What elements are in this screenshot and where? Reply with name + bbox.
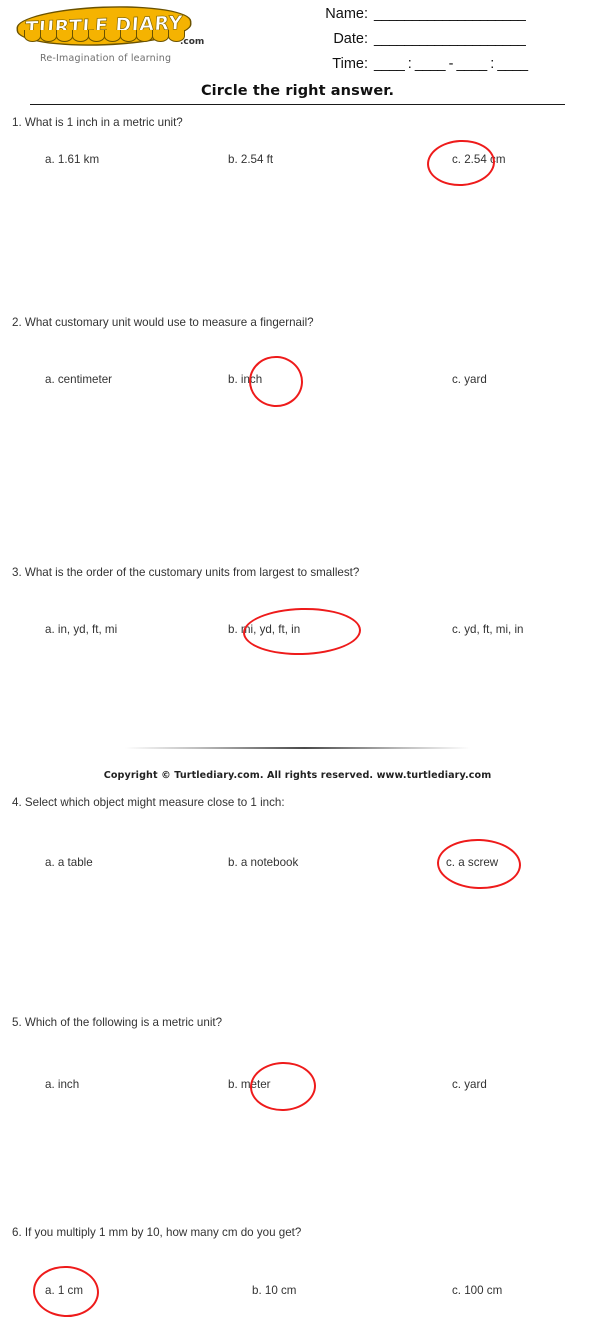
question-item: 4. Select which object might measure clo… [0, 456, 595, 891]
footer-divider [125, 747, 470, 749]
logo-dotcom-text: .com [180, 37, 205, 47]
name-label: Name: [325, 6, 368, 22]
question-item: 1. What is 1 inch in a metric unit? a. 1… [0, 116, 595, 216]
option-a[interactable]: a. inch [45, 1078, 79, 1091]
question-item: 6. If you multiply 1 mm by 10, how many … [0, 666, 595, 1319]
options-row: a. inch b. meter c. yard [0, 1060, 595, 1113]
date-label: Date: [333, 31, 368, 47]
title-divider [30, 104, 565, 105]
question-text: 2. What customary unit would use to meas… [12, 316, 314, 329]
option-c[interactable]: c. 2.54 cm [452, 153, 505, 166]
date-field-row: Date: ____________________ [316, 31, 584, 56]
question-item: 2. What customary unit would use to meas… [0, 216, 595, 409]
name-input-line[interactable]: ____________________ [374, 6, 526, 22]
time-field-row: Time: ____ : ____ - ____ : ____ [316, 56, 584, 81]
student-info-fields: Name: ____________________ Date: _______… [316, 6, 584, 81]
date-input-line[interactable]: ____________________ [374, 31, 526, 47]
options-row: a. 1.61 km b. 2.54 ft c. 2.54 cm [0, 138, 595, 188]
question-item: 5. Which of the following is a metric un… [0, 566, 595, 1113]
question-text: 4. Select which object might measure clo… [12, 796, 285, 809]
page-title: Circle the right answer. [200, 83, 395, 99]
options-row: a. 1 cm b. 10 cm c. 100 cm [0, 1264, 595, 1319]
option-c[interactable]: c. a screw [446, 856, 498, 869]
page-title-wrap: Circle the right answer. [0, 82, 595, 100]
name-field-row: Name: ____________________ [316, 6, 584, 31]
option-a[interactable]: a. 1 cm [45, 1284, 83, 1297]
page-footer: Copyright © Turtlediary.com. All rights … [0, 747, 595, 783]
copyright-text: Copyright © Turtlediary.com. All rights … [103, 770, 492, 781]
turtle-diary-logo: TURTLE DIARY .com Re-Imagination of lear… [17, 4, 218, 68]
question-text: 6. If you multiply 1 mm by 10, how many … [12, 1226, 302, 1239]
question-text: 5. Which of the following is a metric un… [12, 1016, 223, 1029]
options-row: a. a table b. a notebook c. a screw [0, 837, 595, 891]
time-label: Time: [332, 56, 368, 72]
option-b[interactable]: b. meter [228, 1078, 271, 1091]
option-b[interactable]: b. 10 cm [252, 1284, 296, 1297]
questions-list: 1. What is 1 inch in a metric unit? a. 1… [0, 116, 595, 1319]
worksheet-header: TURTLE DIARY .com Re-Imagination of lear… [0, 0, 595, 88]
logo-bumps-decoration [24, 30, 185, 44]
option-b[interactable]: b. 2.54 ft [228, 153, 273, 166]
option-b[interactable]: b. a notebook [228, 856, 298, 869]
option-c[interactable]: c. yard [452, 1078, 487, 1091]
logo-tagline: Re-Imagination of learning [40, 53, 172, 64]
option-a[interactable]: a. 1.61 km [45, 153, 99, 166]
question-item: 3. What is the order of the customary un… [0, 341, 595, 657]
option-c[interactable]: c. 100 cm [452, 1284, 502, 1297]
option-a[interactable]: a. a table [45, 856, 93, 869]
time-input-line[interactable]: ____ : ____ - ____ : ____ [374, 56, 528, 72]
question-text: 1. What is 1 inch in a metric unit? [12, 116, 183, 129]
